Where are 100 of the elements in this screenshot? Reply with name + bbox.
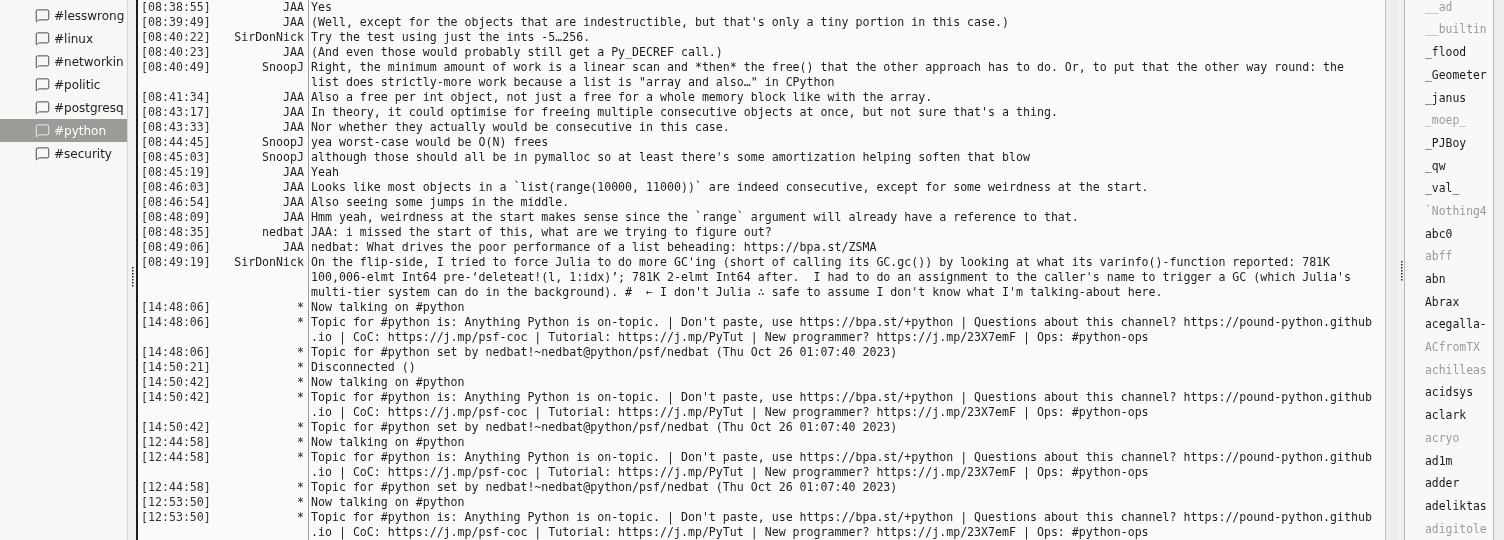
nickname: * [297, 510, 304, 526]
nickname: JAA [283, 105, 304, 120]
channel-item[interactable]: #networkin [0, 50, 127, 73]
channel-item[interactable]: #postgresq [0, 96, 127, 119]
nickname: JAA [283, 90, 304, 105]
user-nick[interactable]: _qw [1425, 157, 1446, 175]
message-text: Now talking on #python [311, 375, 465, 390]
message-text: Now talking on #python [311, 495, 465, 510]
scrollbar-track[interactable] [1494, 0, 1504, 540]
user-nick[interactable]: acegalla- [1425, 316, 1487, 334]
timestamp: [08:39:49] [140, 15, 210, 30]
nickname: * [297, 315, 304, 331]
message-text: In theory, it could optimise for freeing multiple consecutive objects at once, but not sure that's a thing. [311, 105, 1058, 120]
message-text: Also seeing some jumps in the middle. [311, 195, 570, 210]
nickname: JAA [283, 195, 304, 210]
timestamp: [08:43:17] [140, 105, 210, 120]
chat-bubble-icon [35, 77, 50, 92]
nickname: * [297, 495, 304, 510]
message-text: .io | CoC: https://j.mp/psf-coc | Tutorial: https://j.mp/PyTut | New programmer? https://j.mp/23X7emF | Ops: #python-ops [311, 405, 1150, 420]
user-nick[interactable]: Abrax [1425, 293, 1460, 311]
nickname: SnoopJ [262, 60, 304, 76]
nickname: JAA [283, 120, 304, 135]
message-text: list does strictly-more work because a list is "array and also…" in CPython [311, 75, 836, 90]
timestamp: [08:41:34] [140, 90, 210, 105]
message-text: Try the test using just the ints -5…256. [311, 30, 591, 45]
channel-item[interactable]: #lesswrong [0, 4, 127, 27]
chat-bubble-icon [35, 146, 50, 161]
message-text: although those should all be in pymalloc so at least there's some amortization helping soften that blow [311, 150, 1030, 165]
nickname: JAA [283, 0, 304, 15]
timestamp: [08:48:09] [140, 210, 210, 225]
user-nick[interactable]: abn [1425, 271, 1446, 289]
nickname: SnoopJ [262, 135, 304, 150]
timestamp: [14:48:06] [140, 315, 210, 331]
message-text: multi-tier system can do in the background). # ← I don't Julia ∴ safe to assume I don't know what I'm talking-about here. [311, 285, 1164, 300]
nickname: * [297, 435, 304, 450]
timestamp: [08:40:49] [140, 60, 210, 76]
message-text: Yeah [311, 165, 339, 180]
nickname: * [297, 345, 304, 360]
user-nick[interactable]: _janus [1425, 89, 1467, 107]
nickname: nedbat [262, 225, 304, 240]
scrollbar-track[interactable] [1385, 0, 1398, 540]
nickname: * [297, 360, 304, 375]
nickname: JAA [283, 240, 304, 255]
timestamp: [12:53:50] [140, 495, 210, 510]
nickname: JAA [283, 165, 304, 180]
nickname: * [297, 450, 304, 466]
user-nick[interactable]: adder [1425, 475, 1460, 493]
user-nick[interactable]: _flood [1425, 44, 1467, 62]
timestamp: [08:49:19] [140, 255, 210, 271]
message-text: yea worst-case would be O(N) frees [311, 135, 549, 150]
nickname: JAA [283, 15, 304, 30]
user-nick[interactable]: _val_ [1425, 180, 1460, 198]
timestamp: [08:46:54] [140, 195, 210, 210]
message-text: 100,006-elmt Int64 pre-‘deleteat!(l, 1:idx)’; 781K 2-elmt Int64 after. I had to do an assignment to the caller's name to trigger a GC (which Julia's [311, 270, 1352, 285]
timestamp: [14:50:21] [140, 360, 210, 375]
user-nick[interactable]: _PJBoy [1425, 134, 1467, 152]
nickname: JAA [283, 180, 304, 195]
message-text: (Well, except for the objects that are indestructible, but that's only a tiny portion in this case.) [311, 15, 1009, 30]
chat-bubble-icon [35, 8, 50, 23]
nickname: * [297, 375, 304, 390]
chat-bubble-icon [35, 123, 50, 138]
timestamp: [12:44:58] [140, 450, 210, 466]
chat-bubble-icon [35, 31, 50, 46]
nickname: JAA [283, 210, 304, 225]
channel-item[interactable]: #politic [0, 73, 127, 96]
message-text: Topic for #python is: Anything Python is on-topic. | Don't paste, use https://bpa.st/+python | Questions about this channel? https://pound-python.github [311, 315, 1372, 330]
message-text: Yes [311, 0, 332, 15]
channel-item[interactable]: #linux [0, 27, 127, 50]
message-text: Disconnected () [311, 360, 416, 375]
message-text: (And even those would probably still get a Py_DECREF call.) [311, 45, 723, 60]
message-text: Now talking on #python [311, 435, 465, 450]
user-nick[interactable]: abc0 [1425, 225, 1453, 243]
timestamp: [08:48:35] [140, 225, 210, 240]
timestamp: [08:45:19] [140, 165, 210, 180]
nickname: * [297, 480, 304, 495]
nickname: * [297, 420, 304, 435]
timestamp: [08:49:06] [140, 240, 210, 255]
chat-bubble-icon [35, 100, 50, 115]
nickname: SirDonNick [234, 255, 304, 271]
timestamp: [08:43:33] [140, 120, 210, 135]
pane-grip-icon[interactable] [130, 267, 134, 287]
timestamp: [12:53:50] [140, 510, 210, 526]
channel-item[interactable]: #security [0, 142, 127, 165]
timestamp: [14:50:42] [140, 375, 210, 390]
message-text: On the flip-side, I tried to force Julia to do more GC'ing (short of calling its GC.gc()) by looking at what its varinfo()-function reported: 781K [311, 255, 1332, 270]
pane-grip-icon[interactable] [1399, 261, 1403, 281]
timestamp: [08:46:03] [140, 180, 210, 195]
message-text: Topic for #python is: Anything Python is on-topic. | Don't paste, use https://bpa.st/+python | Questions about this channel? https://pound-python.github [311, 510, 1372, 525]
user-nick[interactable]: adeliktas [1425, 497, 1487, 515]
chat-bubble-icon [35, 54, 50, 69]
user-nick[interactable]: ad1m [1425, 452, 1453, 470]
user-nick[interactable]: acidsys [1425, 384, 1473, 402]
nickname: SirDonNick [234, 30, 304, 45]
user-nick[interactable]: _Geometer [1425, 66, 1487, 84]
user-nick[interactable]: aclark [1425, 407, 1467, 425]
timestamp: [08:38:55] [140, 0, 210, 15]
message-text: Topic for #python is: Anything Python is on-topic. | Don't paste, use https://bpa.st/+python | Questions about this channel? https://pound-python.github [311, 450, 1372, 465]
timestamp: [14:50:42] [140, 420, 210, 435]
message-text: JAA: i missed the start of this, what are we trying to figure out? [311, 225, 772, 240]
timestamp: [08:40:23] [140, 45, 210, 60]
